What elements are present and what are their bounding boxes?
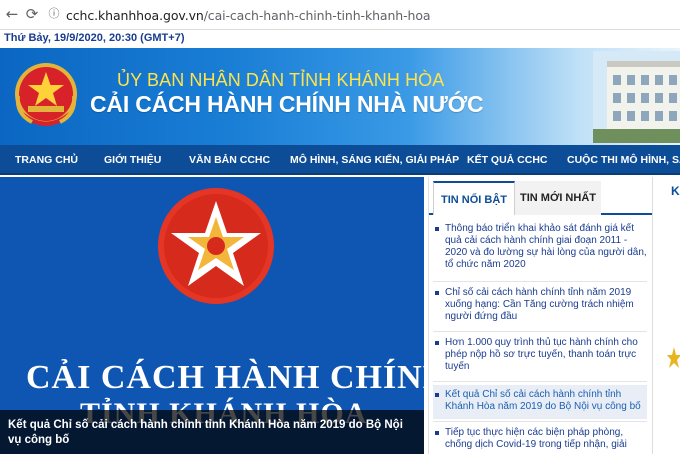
back-arrow-icon[interactable]: ← (4, 6, 20, 22)
banner-title-line1: ỦY BAN NHÂN DÂN TỈNH KHÁNH HÒA (117, 70, 445, 90)
hero-caption: Kết quả Chỉ số cải cách hành chính tỉnh … (8, 419, 403, 446)
nav-item-documents[interactable]: VĂN BẢN CCHC (189, 154, 270, 166)
news-panel: TIN NỔI BẬT TIN MỚI NHẤT Thông báo triển… (428, 177, 653, 454)
list-item[interactable]: Hơn 1.000 quy trình thủ tục hành chính c… (433, 337, 647, 377)
tab-featured-news[interactable]: TIN NỔI BẬT (433, 181, 515, 215)
tab-latest-news[interactable]: TIN MỚI NHẤT (515, 181, 601, 215)
bullet-icon (435, 431, 439, 435)
divider (433, 421, 647, 422)
featured-article[interactable]: CẢI CÁCH HÀNH CHÍNH TỈNH KHÁNH HÒA Kết q… (0, 177, 424, 454)
nav-item-contest[interactable]: CUỘC THI MÔ HÌNH, SÁNG (567, 154, 680, 166)
banner-title-line2: CẢI CÁCH HÀNH CHÍNH NHÀ NƯỚC (90, 91, 484, 117)
site-banner: ỦY BAN NHÂN DÂN TỈNH KHÁNH HÒA CẢI CÁCH … (0, 48, 680, 145)
current-date: Thứ Bảy, 19/9/2020, 20:30 (GMT+7) (4, 32, 185, 44)
browser-address-bar: ← ⟳ ⓘ cchc.khanhhoa.gov.vn/cai-cach-hanh… (0, 0, 680, 30)
nav-item-results[interactable]: KẾT QUẢ CCHC (467, 154, 548, 166)
news-item-title: Thông báo triển khai khảo sát đánh giá k… (445, 223, 647, 270)
news-item-title: Kết quả Chỉ số cải cách hành chính tỉnh … (445, 389, 641, 412)
hero-caption-box[interactable]: Kết quả Chỉ số cải cách hành chính tỉnh … (0, 410, 424, 454)
news-tabs: TIN NỔI BẬT TIN MỚI NHẤT (429, 181, 653, 215)
url-path: /cai-cach-hanh-chinh-tinh-khanh-hoa (203, 8, 431, 23)
sidebar-clipped-letter: K (671, 184, 680, 198)
news-item-title: Hơn 1.000 quy trình thủ tục hành chính c… (445, 337, 638, 372)
url-domain: cchc.khanhhoa.gov.vn (66, 8, 204, 23)
news-item-title: Chỉ số cải cách hành chính tỉnh năm 2019… (445, 287, 634, 322)
list-item-highlighted[interactable]: Kết quả Chỉ số cải cách hành chính tỉnh … (433, 385, 647, 419)
site-info-icon[interactable]: ⓘ (46, 6, 62, 22)
main-navigation: TRANG CHỦ GIỚI THIỆU VĂN BẢN CCHC MÔ HÌN… (0, 145, 680, 175)
list-item[interactable]: Tiếp tục thực hiện các biện pháp phòng, … (433, 427, 647, 454)
date-bar: Thứ Bảy, 19/9/2020, 20:30 (GMT+7) (0, 30, 680, 48)
bullet-icon (435, 341, 439, 345)
bullet-icon (435, 393, 439, 397)
nav-item-home[interactable]: TRANG CHỦ (15, 154, 78, 166)
list-item[interactable]: Chỉ số cải cách hành chính tỉnh năm 2019… (433, 287, 647, 327)
list-item[interactable]: Thông báo triển khai khảo sát đánh giá k… (433, 223, 647, 279)
divider (433, 331, 647, 332)
nav-item-about[interactable]: GIỚI THIỆU (104, 154, 161, 166)
news-item-title: Tiếp tục thực hiện các biện pháp phòng, … (445, 427, 627, 450)
hero-heading-line1: CẢI CÁCH HÀNH CHÍNH (26, 359, 424, 396)
building-image (593, 51, 680, 143)
url-field[interactable]: cchc.khanhhoa.gov.vn/cai-cach-hanh-chinh… (66, 8, 431, 23)
national-emblem-icon[interactable] (12, 56, 80, 136)
decorative-star-icon (667, 347, 680, 368)
reform-logo-icon (158, 188, 274, 304)
nav-item-models[interactable]: MÔ HÌNH, SÁNG KIẾN, GIẢI PHÁP (290, 154, 459, 166)
divider (433, 381, 647, 382)
reload-icon[interactable]: ⟳ (24, 6, 40, 22)
bullet-icon (435, 291, 439, 295)
right-sidebar-clipped: K (652, 177, 680, 454)
divider (433, 281, 647, 282)
bullet-icon (435, 227, 439, 231)
